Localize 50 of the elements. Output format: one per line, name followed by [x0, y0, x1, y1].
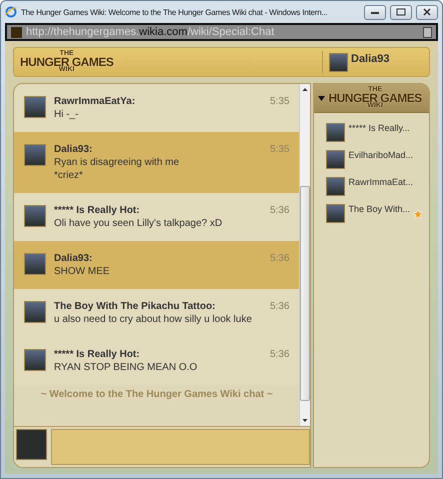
avatar-placeholder — [24, 205, 46, 227]
user-list-item[interactable]: ***** Is Really... — [348, 123, 410, 133]
site-icon — [11, 26, 22, 38]
avatar-placeholder — [16, 429, 47, 460]
close-button[interactable] — [416, 4, 438, 20]
message-author[interactable]: The Boy With The Pikachu Tattoo: — [54, 301, 262, 312]
user-list-item[interactable]: EvilhariboMad... — [348, 150, 413, 160]
welcome-message: ~ Welcome to the The Hunger Games Wiki chat ~ — [40, 388, 274, 402]
message-text: Hi -_- — [54, 109, 80, 120]
collapse-arrow-icon[interactable] — [318, 96, 326, 100]
page-icon[interactable] — [423, 26, 432, 38]
message-text: Ryan is disagreeing with me — [54, 157, 180, 168]
avatar-placeholder — [326, 177, 346, 196]
browser-icon — [5, 6, 17, 18]
avatar-placeholder — [24, 96, 46, 118]
message-input[interactable] — [51, 429, 310, 465]
message-author[interactable]: Dalia93: — [54, 144, 262, 155]
window-title: The Hunger Games Wiki: Welcome to the The Hunger Games Wiki chat - Windows Intern... — [21, 8, 329, 16]
message-author[interactable]: ***** Is Really Hot: — [54, 205, 262, 216]
maximize-button[interactable] — [390, 4, 412, 20]
message-author[interactable]: RawrImmaEatYa: — [54, 96, 262, 107]
maximize-icon — [396, 8, 406, 16]
message-time: 5:35 — [270, 96, 290, 109]
avatar-placeholder — [326, 123, 346, 142]
avatar-placeholder — [24, 253, 46, 275]
message-time: 5:35 — [270, 144, 290, 157]
avatar-placeholder — [24, 301, 46, 323]
message-time: 5:36 — [270, 301, 290, 314]
message-text: RYAN STOP BEING MEAN O.O — [54, 362, 198, 373]
scrollbar[interactable] — [299, 84, 310, 426]
avatar-placeholder — [24, 349, 46, 371]
user-list-item[interactable]: The Boy With... — [348, 204, 410, 214]
minimize-button[interactable] — [364, 4, 386, 20]
message-author[interactable]: Dalia93: — [54, 253, 262, 264]
message-author[interactable]: ***** Is Really Hot: — [54, 349, 262, 360]
message-text: Oli have you seen Lilly's talkpage? xD — [54, 218, 224, 229]
message-time: 5:36 — [270, 349, 290, 362]
close-icon — [422, 8, 432, 16]
avatar-placeholder — [326, 150, 346, 169]
avatar-placeholder — [329, 52, 348, 72]
message-text: u also need to cry about how silly u look luke — [54, 314, 253, 325]
message-time: 5:36 — [270, 253, 290, 266]
message-time: 5:36 — [270, 205, 290, 218]
user-list-item[interactable]: RawrImmaEat... — [348, 177, 413, 187]
user-name[interactable]: Dalia93 — [351, 53, 390, 65]
avatar-placeholder — [326, 204, 346, 223]
message-text: *criez* — [54, 170, 84, 181]
minimize-icon — [370, 9, 380, 15]
message-text: SHOW MEE — [54, 266, 111, 277]
avatar-placeholder — [24, 144, 46, 166]
